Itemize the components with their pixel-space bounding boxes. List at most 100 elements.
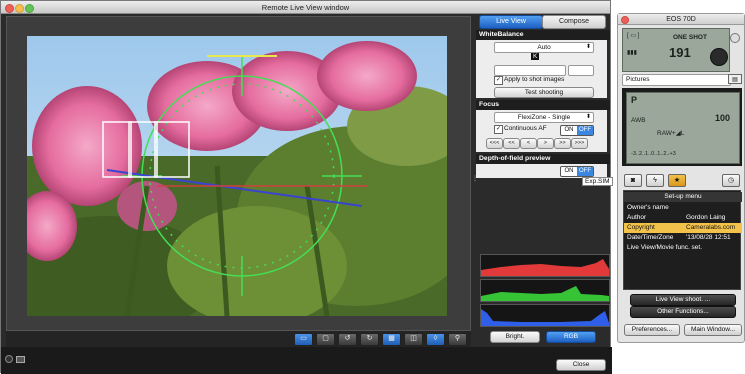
metering-icon: [ ▭ ] (627, 33, 640, 39)
setup-menu-item[interactable]: Live View/Movie func. set. (624, 243, 742, 253)
image-quality: RAW+◢L (657, 130, 685, 137)
setup-menu-item-label: Live View/Movie func. set. (627, 244, 703, 251)
camera-title-bar: EOS 70D (618, 14, 744, 25)
other-functions-button[interactable]: Other Functions... (630, 306, 736, 318)
pictures-select[interactable]: Pictures (622, 74, 731, 86)
dial-icon[interactable] (730, 33, 740, 43)
apply-label: Apply to shot images (504, 76, 565, 83)
wb-shift-slider[interactable] (494, 65, 566, 76)
toggle-off-label: OFF (577, 126, 593, 135)
histogram-green-graph (481, 286, 609, 301)
awb-indicator: AWB (631, 117, 646, 124)
select-arrow-icon: ⬍ (585, 114, 591, 120)
continuous-af-checkbox[interactable]: ✓ (494, 125, 503, 134)
bottom-bar: Close (1, 347, 612, 374)
title-bar: Remote Live View window (1, 1, 610, 14)
guide-lines-icon[interactable]: ◊ (426, 333, 445, 346)
rgb-histogram-button[interactable]: RGB (546, 331, 596, 343)
preferences-button[interactable]: Preferences... (624, 324, 680, 336)
bright-histogram-button[interactable]: Bright. (490, 331, 540, 343)
shutter-dial-icon[interactable] (710, 48, 728, 66)
live-view-image (27, 36, 447, 316)
white-balance-value: Auto (537, 44, 551, 51)
af-drive-button[interactable]: << (503, 138, 520, 149)
toggle-on-label: ON (564, 168, 574, 174)
aspect-ratio-icon[interactable]: ◫ (404, 333, 423, 346)
tab-compose[interactable]: Compose (542, 15, 606, 29)
setup-menu-item[interactable]: Date/Time/Zone '13/08/28 12:51 (624, 233, 742, 243)
toggle-off-label: OFF (577, 167, 593, 176)
custom-icon[interactable]: ★ (668, 174, 686, 187)
dof-heading: Depth-of-field preview (476, 154, 610, 164)
camera-icon[interactable]: ◙ (624, 174, 642, 187)
flash-icon[interactable]: ϟ (646, 174, 664, 187)
zoom-100-icon[interactable]: ▢ (316, 333, 335, 346)
live-view-shoot-button[interactable]: Live View shoot. ... (630, 294, 736, 306)
setup-menu-item-value: Gordon Laing (686, 214, 726, 221)
af-drive-button[interactable]: >>> (571, 138, 588, 149)
setup-menu-list: Owner's name Author Gordon Laing Copyright C… (624, 203, 742, 263)
window-title: Remote Live View window (261, 3, 350, 12)
setup-menu-item[interactable]: Owner's name (624, 203, 742, 213)
camera-window-title: EOS 70D (666, 16, 696, 23)
setup-menu-item-label: Date/Time/Zone (627, 234, 674, 241)
af-drive-button[interactable]: < (520, 138, 537, 149)
focus-section: FlexiZone - Single ⬍ ✓ Continuous AF ON … (476, 110, 607, 152)
drive-mode: ONE SHOT (673, 34, 707, 41)
af-frame-icon[interactable]: ▭ (294, 333, 313, 346)
white-balance-section: Auto ⬍ K ✓ Apply to shot images Test sho… (476, 40, 607, 98)
shots-remaining: 191 (669, 45, 691, 60)
flower-photo (27, 36, 447, 316)
histogram-blue (480, 304, 610, 327)
af-drive-button[interactable]: >> (554, 138, 571, 149)
white-balance-select[interactable]: Auto ⬍ (494, 42, 594, 53)
setup-menu-item-label: Copyright (627, 224, 655, 231)
af-drive-button[interactable]: > (537, 138, 554, 149)
exp-sim-badge: Exp.SIM (582, 177, 613, 186)
af-drive-button[interactable]: <<< (486, 138, 503, 149)
battery-icon: ▮▮▮ (627, 50, 637, 56)
status-lcd: P AWB 100 RAW+◢L -3..2..1..0..1..2..+3 (626, 92, 740, 164)
histogram-red-graph (481, 259, 609, 276)
quick-control-screen: P AWB 100 RAW+◢L -3..2..1..0..1..2..+3 (622, 88, 742, 166)
af-drive-buttons: <<< << < > >> >>> (486, 138, 596, 149)
setup-menu-item[interactable]: Copyright Cameralabs.com (624, 223, 742, 233)
apply-checkbox[interactable]: ✓ (494, 76, 503, 85)
rotate-left-icon[interactable]: ↺ (338, 333, 357, 346)
main-window-button[interactable]: Main Window... (684, 324, 742, 336)
close-button[interactable]: Close (556, 359, 606, 371)
dof-toggle[interactable]: ON OFF (560, 166, 594, 177)
live-view-area[interactable] (6, 16, 471, 331)
rotate-right-icon[interactable]: ↻ (360, 333, 379, 346)
panel-splitter-icon[interactable]: ⋮ (472, 175, 478, 185)
grid-icon[interactable]: ▦ (382, 333, 401, 346)
setup-menu-item[interactable]: Author Gordon Laing (624, 213, 742, 223)
tab-live-view[interactable]: Live View (479, 15, 543, 29)
setup-menu-heading: Set-up menu (624, 192, 742, 202)
white-balance-heading: WhiteBalance (476, 30, 610, 40)
magnify-icon[interactable]: ⚲ (448, 333, 467, 346)
setup-menu-item-label: Author (627, 214, 647, 221)
view-toolbar: ▭ ▢ ↺ ↻ ▦ ◫ ◊ ⚲ (6, 331, 471, 347)
shooting-mode: P (631, 95, 638, 105)
wb-shift-value[interactable] (568, 65, 594, 76)
setup-menu-item-value: '13/08/28 12:51 (686, 234, 731, 241)
exposure-scale: -3..2..1..0..1..2..+3 (631, 151, 676, 157)
clock-icon[interactable]: ◷ (722, 174, 740, 187)
test-shooting-button[interactable]: Test shooting (494, 87, 594, 98)
folder-icon[interactable]: ▤ (728, 74, 742, 84)
histogram-green (480, 279, 610, 302)
continuous-af-toggle[interactable]: ON OFF (560, 125, 594, 136)
iso-value: 100 (715, 113, 731, 123)
setup-menu-item-label: Owner's name (627, 204, 669, 211)
setup-menu: Set-up menu Owner's name Author Gordon Lai… (623, 190, 742, 290)
focus-heading: Focus (476, 100, 610, 110)
af-mode-select[interactable]: FlexiZone - Single ⬍ (494, 112, 594, 123)
setup-menu-item-value: Cameralabs.com (686, 224, 736, 231)
dof-section: ON OFF (476, 164, 607, 178)
status-indicator-icon (5, 355, 13, 363)
continuous-af-label: Continuous AF (504, 125, 547, 132)
toggle-on-label: ON (564, 127, 574, 133)
pictures-label: Pictures (626, 76, 650, 83)
settings-panel: Live View Compose WhiteBalance Auto ⬍ K … (476, 14, 613, 347)
